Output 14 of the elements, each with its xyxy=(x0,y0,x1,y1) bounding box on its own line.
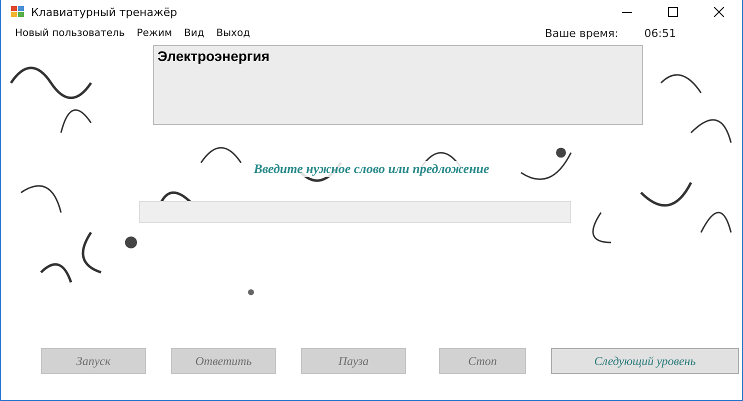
task-text: Электроэнергия xyxy=(152,45,642,125)
maximize-icon xyxy=(668,7,678,17)
timer-value: 06:51 xyxy=(644,27,676,40)
prompt-label: Введите нужное слово или предложение xyxy=(252,161,492,177)
app-icon xyxy=(11,6,25,18)
answer-field[interactable] xyxy=(138,201,570,223)
menu-item[interactable]: Выход xyxy=(210,28,256,39)
action-button[interactable]: Следующий уровень xyxy=(551,348,739,374)
menu-item[interactable]: Новый пользователь xyxy=(9,28,131,39)
menu-item[interactable]: Вид xyxy=(178,28,210,39)
timer-label: Ваше время: xyxy=(544,27,618,40)
menu-item[interactable]: Режим xyxy=(130,28,178,39)
close-icon xyxy=(714,7,724,17)
window-title: Клавиатурный тренажёр xyxy=(31,6,178,18)
